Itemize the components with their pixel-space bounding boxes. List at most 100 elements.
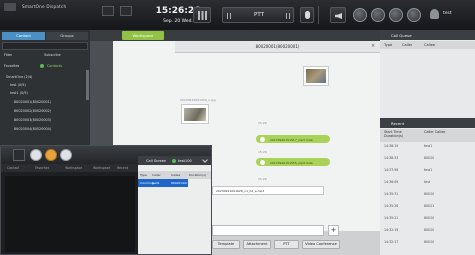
search-input[interactable] (2, 42, 88, 50)
attachment-button[interactable]: Attachment (243, 240, 271, 249)
recent-caller: test1 (424, 168, 433, 172)
recent-row[interactable]: 14:32:17 80020 (380, 239, 475, 251)
call-screen-user: test100 (178, 158, 192, 163)
recent-row[interactable]: 14:35:26 80021 (380, 203, 475, 215)
speaker-icon (335, 13, 342, 19)
online-status-icon (40, 64, 44, 68)
tree-item[interactable]: test (0/5) (10, 83, 26, 87)
recent-time: 14:35:26 (384, 204, 399, 208)
recent-time: 14:36:09 (384, 180, 399, 184)
image-thumbnail-icon (306, 69, 326, 83)
recent-caller: 80020 (424, 156, 435, 160)
recent-row[interactable]: 14:38:33 80020 (380, 155, 475, 167)
column-header: Caller (152, 173, 161, 177)
speaker-button[interactable] (330, 7, 346, 23)
close-chat-button[interactable]: × (371, 43, 375, 49)
call-screen-columns: Type Caller Callee Duration(s) (138, 171, 211, 179)
tree-item[interactable]: 80020001(80020001) (14, 100, 51, 104)
recent-time: 14:38:19 (384, 144, 399, 148)
call-screen-header: Call Screen test100 (138, 156, 211, 165)
message-timestamp: 15:26 (258, 121, 267, 125)
status-button[interactable] (353, 8, 367, 22)
tree-item[interactable]: test1 (0/5) (10, 91, 28, 95)
tool-button-1[interactable] (102, 6, 114, 16)
favorites-label[interactable]: Favorites (4, 64, 19, 68)
status-button[interactable] (30, 149, 42, 161)
column-header: Callee (424, 43, 436, 47)
call-screen-title: Call Screen (146, 158, 167, 163)
scrollbar[interactable] (86, 70, 89, 100)
tab-contact[interactable]: Contact (7, 164, 19, 172)
recent-row[interactable]: 14:36:09 test (380, 179, 475, 191)
recent-time: 14:32:19 (384, 228, 399, 232)
floating-window: Contact Favorites Workspace Workspace Re… (0, 145, 212, 255)
audio-filename: 20170920151517_mp3.m4a (270, 137, 313, 142)
chat-header: 80020001(80020001) × (175, 41, 380, 53)
image-thumbnail-icon (184, 108, 206, 121)
column-header: Caller (402, 43, 413, 47)
recent-header: Recent (380, 118, 475, 128)
microphone-button[interactable] (300, 7, 314, 23)
recent-row[interactable]: 14:35:31 80020 (380, 191, 475, 203)
play-icon (260, 136, 265, 142)
screen: SmartOne Dispatch 15:26:26 Sep. 20 Wed. … (0, 0, 475, 255)
image-message[interactable] (303, 66, 329, 86)
file-message[interactable]: 20230921091626_n1_bd_e.mp3 (212, 186, 324, 195)
recent-row[interactable]: 14:37:56 test1 (380, 167, 475, 179)
recent-list: 14:38:19 test1 14:38:33 80020 14:37:56 test… (380, 143, 475, 255)
app-logo (4, 3, 16, 11)
call-callee: 80020 (171, 181, 181, 185)
ptt-button[interactable]: PTT (222, 7, 294, 23)
chat-title: 80020001(80020001) (255, 44, 300, 49)
file-link[interactable]: 20230921091626_n1_bd_e.mp3 (216, 189, 264, 193)
user-avatar-icon (430, 9, 439, 19)
keypad-button[interactable] (193, 7, 211, 23)
column-header: Caller Callee (424, 130, 446, 134)
tab-workspace[interactable]: Workspace (122, 31, 164, 40)
filter-label[interactable]: Filter (4, 53, 12, 57)
tab-workspace[interactable]: Workspace (65, 164, 82, 172)
current-user: test (443, 11, 452, 16)
tab-favorites[interactable]: Favorites (35, 164, 49, 172)
message-input[interactable] (212, 225, 324, 236)
settings-button[interactable] (60, 149, 72, 161)
alert-button[interactable] (45, 149, 57, 161)
tab-recent[interactable]: Recent (117, 164, 128, 172)
tree-item[interactable]: 80020003(80020003) (14, 118, 51, 122)
arrow-right-icon (286, 13, 290, 19)
video-area (5, 176, 135, 252)
recent-row[interactable]: 14:38:19 test1 (380, 143, 475, 155)
tool-button-2[interactable] (120, 6, 132, 16)
recent-caller: test (424, 180, 431, 184)
audio-message[interactable]: 20170920151517_mp3.m4a (256, 135, 330, 143)
speaker-button[interactable] (13, 149, 25, 161)
audio-message[interactable]: 20170920151555_mp3.m4a (256, 158, 330, 166)
logout-button[interactable] (407, 8, 421, 22)
call-screen-panel: Call Screen test100 Type Caller Callee D… (138, 156, 211, 254)
microphone-icon (305, 11, 310, 19)
chat-ptt-button[interactable]: PTT (274, 240, 299, 249)
subscribe-label[interactable]: Subscribe (44, 53, 61, 57)
recent-row[interactable]: 14:35:21 80020 (380, 215, 475, 227)
tree-item[interactable]: SmartOne (2/4) (6, 75, 32, 79)
template-button[interactable]: Template (212, 240, 240, 249)
tree-item[interactable]: 80020004(80020004) (14, 127, 51, 131)
chevron-down-icon[interactable] (202, 157, 208, 163)
send-button[interactable]: + (328, 225, 339, 236)
top-header: SmartOne Dispatch 15:26:26 Sep. 20 Wed. … (0, 0, 475, 30)
contacts-label[interactable]: Contacts (47, 64, 62, 68)
tab-workspace[interactable]: Workspace (93, 164, 110, 172)
column-header: Duration(s) (189, 173, 206, 177)
tab-groups[interactable]: Groups (46, 32, 88, 40)
video-conference-button[interactable]: Video Conference (302, 240, 340, 249)
call-row[interactable]: Incoming test1 80020 100 (138, 179, 188, 187)
recent-row[interactable]: 14:32:19 80020 (380, 227, 475, 239)
tree-item[interactable]: 80020002(80020002) (14, 109, 51, 113)
recent-caller: 80020 (424, 228, 435, 232)
app-title: SmartOne Dispatch (22, 4, 67, 9)
image-message[interactable] (181, 104, 209, 124)
tab-contact[interactable]: Contact (2, 32, 45, 40)
help-button[interactable] (389, 8, 403, 22)
call-caller: test1 (152, 181, 160, 185)
settings-button[interactable] (371, 8, 385, 22)
